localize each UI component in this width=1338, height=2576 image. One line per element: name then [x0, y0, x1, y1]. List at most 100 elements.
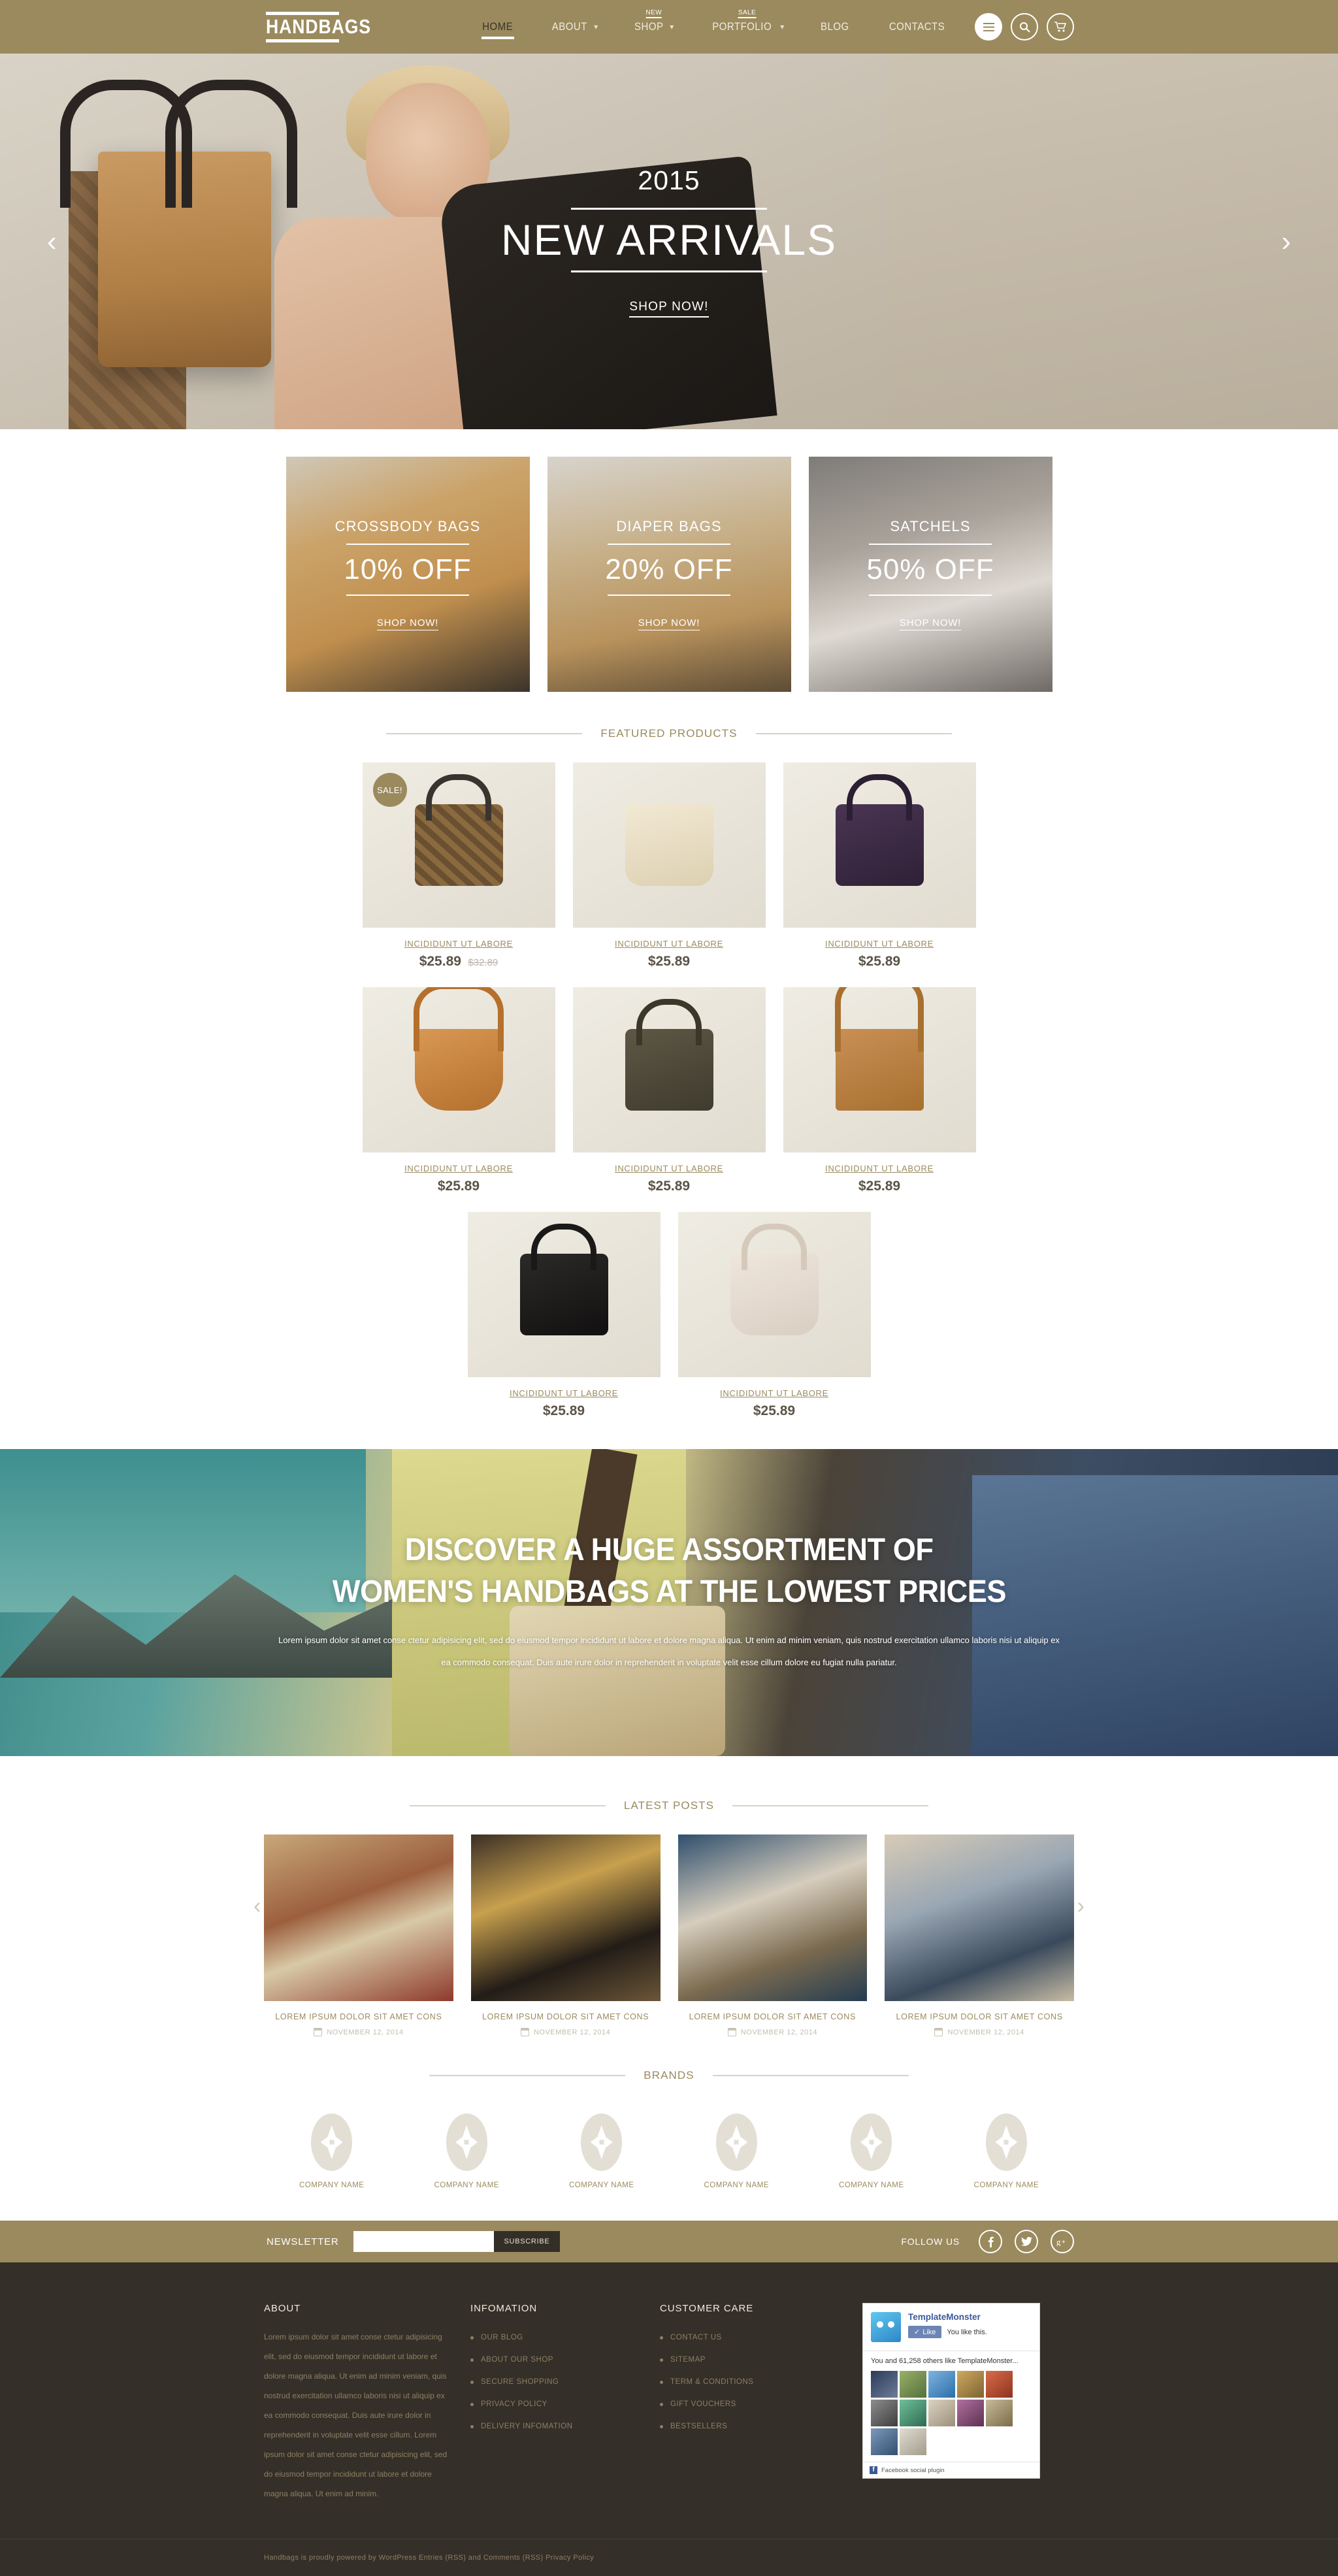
footer-link-label: BESTSELLERS [670, 2422, 728, 2430]
footer-link[interactable]: OUR BLOG [470, 2327, 660, 2349]
subscribe-button[interactable]: SUBSCRIBE [493, 2231, 561, 2252]
newsletter-email-input[interactable] [353, 2231, 494, 2252]
post-card[interactable]: LOREM IPSUM DOLOR SIT AMET CONS NOVEMBER… [470, 1834, 661, 2036]
brands-list: COMPANY NAME COMPANY NAME COMPANY NAME C… [0, 2104, 1338, 2221]
promo-category: DIAPER BAGS [616, 518, 722, 534]
product-name[interactable]: INCIDIDUNT UT LABORE [783, 1164, 976, 1173]
avatar [900, 2400, 926, 2426]
divider-right [755, 733, 952, 734]
latest-posts-heading: LATEST POSTS [0, 1799, 1338, 1812]
footer-link[interactable]: CONTACT US [660, 2327, 849, 2349]
product-name[interactable]: INCIDIDUNT UT LABORE [678, 1388, 871, 1398]
facebook-logo-icon: f [870, 2466, 877, 2474]
footer-link[interactable]: BESTSELLERS [660, 2416, 849, 2438]
product-card[interactable]: INCIDIDUNT UT LABORE $25.89 [783, 762, 976, 970]
product-price: $25.89 [363, 1179, 555, 1194]
product-card[interactable]: INCIDIDUNT UT LABORE $25.89 [783, 987, 976, 1194]
footer-link[interactable]: ABOUT OUR SHOP [470, 2349, 660, 2372]
product-price: $25.89 $32.89 [363, 954, 555, 970]
footer-link[interactable]: SECURE SHOPPING [470, 2372, 660, 2394]
cart-icon[interactable] [1047, 13, 1074, 41]
hero-year: 2015 [638, 165, 700, 195]
promo-banner-crossbody[interactable]: CROSSBODY BAGS 10% OFF SHOP NOW! [286, 457, 530, 692]
brand-item[interactable]: COMPANY NAME [839, 2113, 904, 2189]
post-card[interactable]: LOREM IPSUM DOLOR SIT AMET CONS NOVEMBER… [677, 1834, 868, 2036]
footer-link[interactable]: DELIVERY INFOMATION [470, 2416, 660, 2438]
footer-link[interactable]: PRIVACY POLICY [470, 2394, 660, 2416]
twitter-icon[interactable] [1015, 2230, 1038, 2253]
promo-cta-link[interactable]: SHOP NOW! [899, 617, 962, 630]
post-title[interactable]: LOREM IPSUM DOLOR SIT AMET CONS [885, 2012, 1074, 2021]
product-name[interactable]: INCIDIDUNT UT LABORE [573, 939, 766, 949]
hero-slider: ‹ › 2015 NEW ARRIVALS SHOP NOW! [0, 54, 1338, 429]
facebook-like-button[interactable]: ✓ Like [908, 2326, 942, 2338]
post-title[interactable]: LOREM IPSUM DOLOR SIT AMET CONS [264, 2012, 453, 2021]
googleplus-icon[interactable]: g + [1051, 2230, 1074, 2253]
footer-link-label: GIFT VOUCHERS [670, 2400, 736, 2408]
avatar [986, 2400, 1013, 2426]
bullet-icon [470, 2425, 474, 2429]
promo-cta-link[interactable]: SHOP NOW! [376, 617, 439, 630]
product-card[interactable]: INCIDIDUNT UT LABORE $25.89 [677, 1212, 871, 1419]
post-card[interactable]: LOREM IPSUM DOLOR SIT AMET CONS NOVEMBER… [264, 1834, 453, 2036]
nav-item-portfolio[interactable]: SALE PORTFOLIO ▾ [691, 0, 802, 54]
brand-item[interactable]: COMPANY NAME [704, 2113, 770, 2189]
nav-item-about[interactable]: ABOUT ▾ [532, 0, 615, 54]
post-date: NOVEMBER 12, 2014 [327, 2028, 404, 2036]
footer-link[interactable]: GIFT VOUCHERS [660, 2394, 849, 2416]
product-name[interactable]: INCIDIDUNT UT LABORE [783, 939, 976, 949]
footer-link-label: PRIVACY POLICY [481, 2400, 547, 2408]
brand-item[interactable]: COMPANY NAME [434, 2113, 499, 2189]
promo-cta-link[interactable]: SHOP NOW! [638, 617, 700, 630]
nav-item-contacts[interactable]: CONTACTS [868, 0, 966, 54]
promo-rule [869, 595, 992, 596]
post-image [264, 1834, 453, 2001]
nav-item-blog[interactable]: BLOG [802, 0, 868, 54]
product-name[interactable]: INCIDIDUNT UT LABORE [573, 1164, 766, 1173]
site-header: HANDBAGS HOME ABOUT ▾ NEW SHOP ▾ SALE PO… [0, 0, 1338, 54]
promo-banner-satchels[interactable]: SATCHELS 50% OFF SHOP NOW! [808, 457, 1052, 692]
product-card[interactable]: INCIDIDUNT UT LABORE $25.89 [572, 762, 766, 970]
product-card[interactable]: SALE! INCIDIDUNT UT LABORE $25.89 $32.89 [362, 762, 555, 970]
facebook-page-name[interactable]: TemplateMonster [908, 2312, 987, 2322]
hero-shop-now-link[interactable]: SHOP NOW! [629, 300, 709, 318]
facebook-like-widget[interactable]: TemplateMonster ✓ Like You like this. Yo… [862, 2303, 1040, 2479]
facebook-page-avatar [871, 2312, 901, 2342]
bullet-icon [660, 2358, 663, 2362]
footer-link[interactable]: TERM & CONDITIONS [660, 2372, 849, 2394]
product-price: $25.89 [783, 954, 976, 970]
product-name[interactable]: INCIDIDUNT UT LABORE [363, 1164, 555, 1173]
brand-name: COMPANY NAME [299, 2181, 365, 2189]
post-card[interactable]: LOREM IPSUM DOLOR SIT AMET CONS NOVEMBER… [885, 1834, 1074, 2036]
menu-icon[interactable] [975, 13, 1002, 41]
nav-item-home[interactable]: HOME [463, 0, 532, 54]
product-card[interactable]: INCIDIDUNT UT LABORE $25.89 [467, 1212, 661, 1419]
post-title[interactable]: LOREM IPSUM DOLOR SIT AMET CONS [471, 2012, 661, 2021]
post-image [470, 1834, 661, 2001]
product-card[interactable]: INCIDIDUNT UT LABORE $25.89 [572, 987, 766, 1194]
posts-prev-arrow[interactable]: ‹ [253, 1893, 261, 1919]
product-price: $25.89 [678, 1403, 871, 1419]
brand-item[interactable]: COMPANY NAME [569, 2113, 634, 2189]
nav-item-shop[interactable]: NEW SHOP ▾ [615, 0, 691, 54]
brand-item[interactable]: COMPANY NAME [974, 2113, 1039, 2189]
promo-banner-diaper[interactable]: DIAPER BAGS 20% OFF SHOP NOW! [547, 457, 791, 692]
nav-label: PORTFOLIO [712, 20, 772, 33]
product-name[interactable]: INCIDIDUNT UT LABORE [363, 939, 555, 949]
product-name[interactable]: INCIDIDUNT UT LABORE [468, 1388, 661, 1398]
hero-rule-top [571, 207, 767, 210]
footer-link[interactable]: SITEMAP [660, 2349, 849, 2372]
posts-next-arrow[interactable]: › [1077, 1893, 1085, 1919]
product-grid: SALE! INCIDIDUNT UT LABORE $25.89 $32.89… [264, 762, 1074, 1419]
facebook-icon[interactable] [979, 2230, 1002, 2253]
search-icon[interactable] [1011, 13, 1038, 41]
promo-banners: CROSSBODY BAGS 10% OFF SHOP NOW! DIAPER … [0, 429, 1338, 714]
logo[interactable]: HANDBAGS [266, 11, 388, 42]
avatar [957, 2371, 984, 2398]
post-title[interactable]: LOREM IPSUM DOLOR SIT AMET CONS [678, 2012, 868, 2021]
product-card[interactable]: INCIDIDUNT UT LABORE $25.89 [362, 987, 555, 1194]
brand-item[interactable]: COMPANY NAME [299, 2113, 365, 2189]
brand-name: COMPANY NAME [973, 2181, 1039, 2189]
price-current: $25.89 [437, 1179, 480, 1194]
main-navigation: HOME ABOUT ▾ NEW SHOP ▾ SALE PORTFOLIO ▾… [463, 0, 965, 54]
